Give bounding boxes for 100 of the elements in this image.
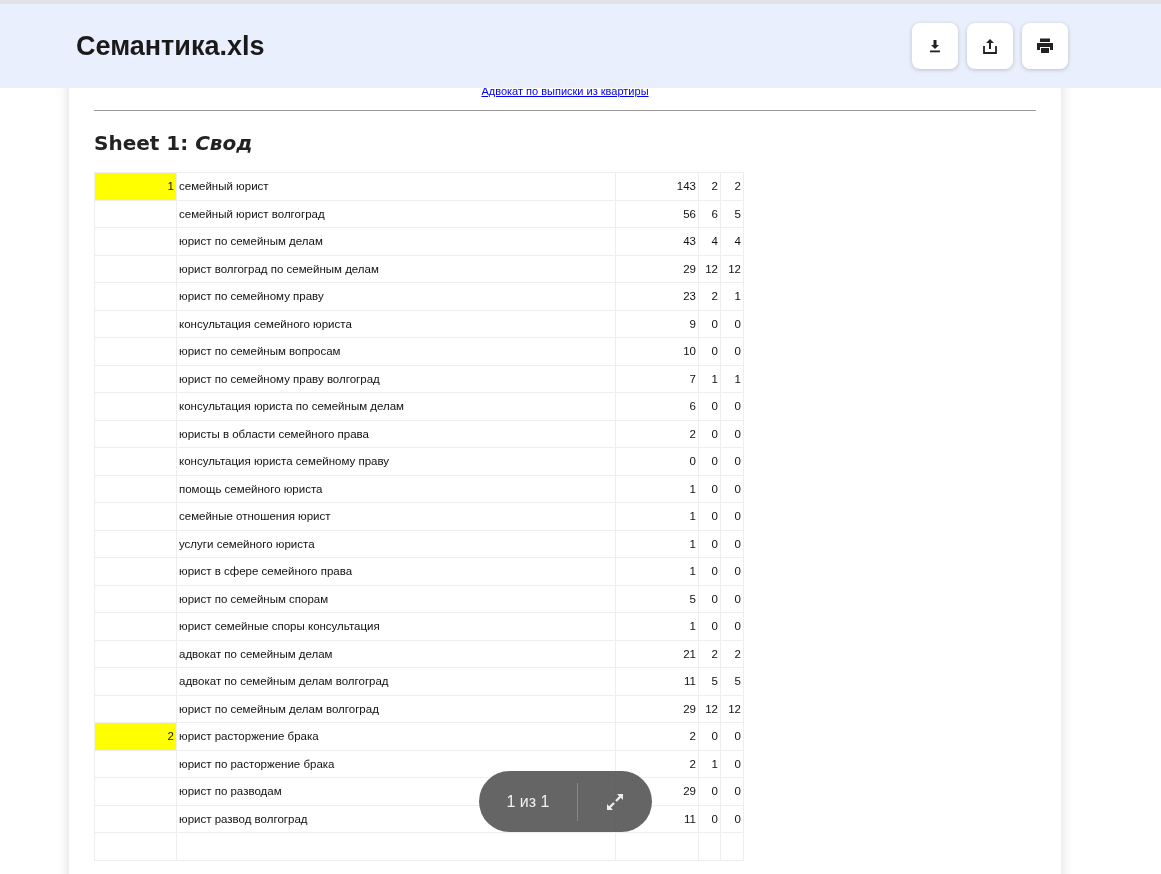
table-cell: 0: [720, 750, 744, 778]
table-cell: 0: [698, 557, 721, 585]
table-cell: юрист по семейному праву волгоград: [176, 365, 616, 393]
table-cell: 0: [720, 420, 744, 448]
table-cell: 0: [720, 447, 744, 475]
download-icon: [928, 39, 942, 53]
share-button[interactable]: [967, 23, 1013, 69]
table-cell: 0: [720, 337, 744, 365]
print-icon: [1036, 38, 1054, 54]
table-cell: консультация юриста по семейным делам: [176, 392, 616, 420]
table-cell: 4: [720, 227, 744, 255]
table-cell: услуги семейного юриста: [176, 530, 616, 558]
table-cell: 0: [698, 475, 721, 503]
table-cell: 2: [615, 420, 699, 448]
table-cell: 0: [698, 722, 721, 750]
sheet-title: Sheet 1: Свод: [94, 131, 253, 155]
table-cell: 12: [698, 255, 721, 283]
table-cell: 0: [698, 337, 721, 365]
download-button[interactable]: [912, 23, 958, 69]
table-cell: 43: [615, 227, 699, 255]
table-cell: 11: [615, 667, 699, 695]
table-cell: 0: [698, 447, 721, 475]
table-cell: 0: [698, 530, 721, 558]
table-cell: 1: [698, 365, 721, 393]
table-cell: юрист в сфере семейного права: [176, 557, 616, 585]
table-cell: 2: [698, 172, 721, 200]
table-cell: юрист семейные споры консультация: [176, 612, 616, 640]
table-cell: юрист по семейным спорам: [176, 585, 616, 613]
table-cell: 21: [615, 640, 699, 668]
table-cell: 0: [698, 777, 721, 805]
table-cell: юрист по семейному праву: [176, 282, 616, 310]
table-cell: 0: [720, 310, 744, 338]
table-cell: 0: [698, 392, 721, 420]
table-cell: 0: [720, 805, 744, 833]
table-cell: 0: [720, 777, 744, 805]
table-cell: адвокат по семейным делам волгоград: [176, 667, 616, 695]
table-cell: 6: [615, 392, 699, 420]
table-cell: 1: [615, 502, 699, 530]
table-cell: юрист по семейным делам волгоград: [176, 695, 616, 723]
expand-icon: [605, 791, 625, 812]
table-cell: 5: [615, 585, 699, 613]
table-cell: 1: [615, 475, 699, 503]
table-cell: юристы в области семейного права: [176, 420, 616, 448]
table-cell: 1: [698, 750, 721, 778]
table-cell: 1: [720, 365, 744, 393]
table-cell: 2: [94, 722, 177, 750]
share-icon: [981, 37, 999, 55]
table-cell: 29: [615, 255, 699, 283]
table-cell: консультация семейного юриста: [176, 310, 616, 338]
table-cell: 0: [698, 502, 721, 530]
table-cell: 12: [698, 695, 721, 723]
table-cell: консультация юриста семейному праву: [176, 447, 616, 475]
table-cell: 2: [698, 282, 721, 310]
table-cell: юрист по семейным вопросам: [176, 337, 616, 365]
table-cell: 29: [615, 695, 699, 723]
table-cell: 143: [615, 172, 699, 200]
table-cell: 0: [720, 722, 744, 750]
table-cell: 2: [615, 722, 699, 750]
table-cell: 0: [720, 475, 744, 503]
table-cell: 9: [615, 310, 699, 338]
table-cell: 0: [720, 392, 744, 420]
table-cell: семейные отношения юрист: [176, 502, 616, 530]
file-title: Семантика.xls: [76, 30, 265, 62]
table-cell: 0: [698, 585, 721, 613]
table-cell: 5: [720, 667, 744, 695]
table-cell: 0: [720, 612, 744, 640]
table-cell: 6: [698, 200, 721, 228]
print-button[interactable]: [1022, 23, 1068, 69]
table-cell: семейный юрист: [176, 172, 616, 200]
table-cell: 5: [720, 200, 744, 228]
table-cell: 1: [615, 530, 699, 558]
table-cell: 12: [720, 695, 744, 723]
table-cell: адвокат по семейным делам: [176, 640, 616, 668]
table-cell: 1: [615, 612, 699, 640]
table-cell: 56: [615, 200, 699, 228]
table-cell: 0: [615, 447, 699, 475]
table-cell: 2: [720, 640, 744, 668]
table-cell: 0: [698, 310, 721, 338]
table-cell: юрист по семейным делам: [176, 227, 616, 255]
table-cell: 12: [720, 255, 744, 283]
table-cell: 0: [720, 502, 744, 530]
table-cell: семейный юрист волгоград: [176, 200, 616, 228]
table-cell: 4: [698, 227, 721, 255]
table-cell: 5: [698, 667, 721, 695]
table-cell: 1: [615, 557, 699, 585]
table-cell: 0: [698, 612, 721, 640]
table-cell: 1: [94, 172, 177, 200]
table-cell: 7: [615, 365, 699, 393]
document-link[interactable]: Адвокат по выписки из квартиры: [481, 85, 649, 97]
table-cell: 2: [720, 172, 744, 200]
table-cell: 10: [615, 337, 699, 365]
table-cell: 23: [615, 282, 699, 310]
table-cell: 0: [698, 420, 721, 448]
table-cell: 2: [698, 640, 721, 668]
table-cell: 0: [720, 530, 744, 558]
table-cell: помощь семейного юриста: [176, 475, 616, 503]
table-cell: юрист расторжение брака: [176, 722, 616, 750]
table-cell: 0: [720, 585, 744, 613]
table-cell: юрист волгоград по семейным делам: [176, 255, 616, 283]
table-cell: 0: [720, 557, 744, 585]
